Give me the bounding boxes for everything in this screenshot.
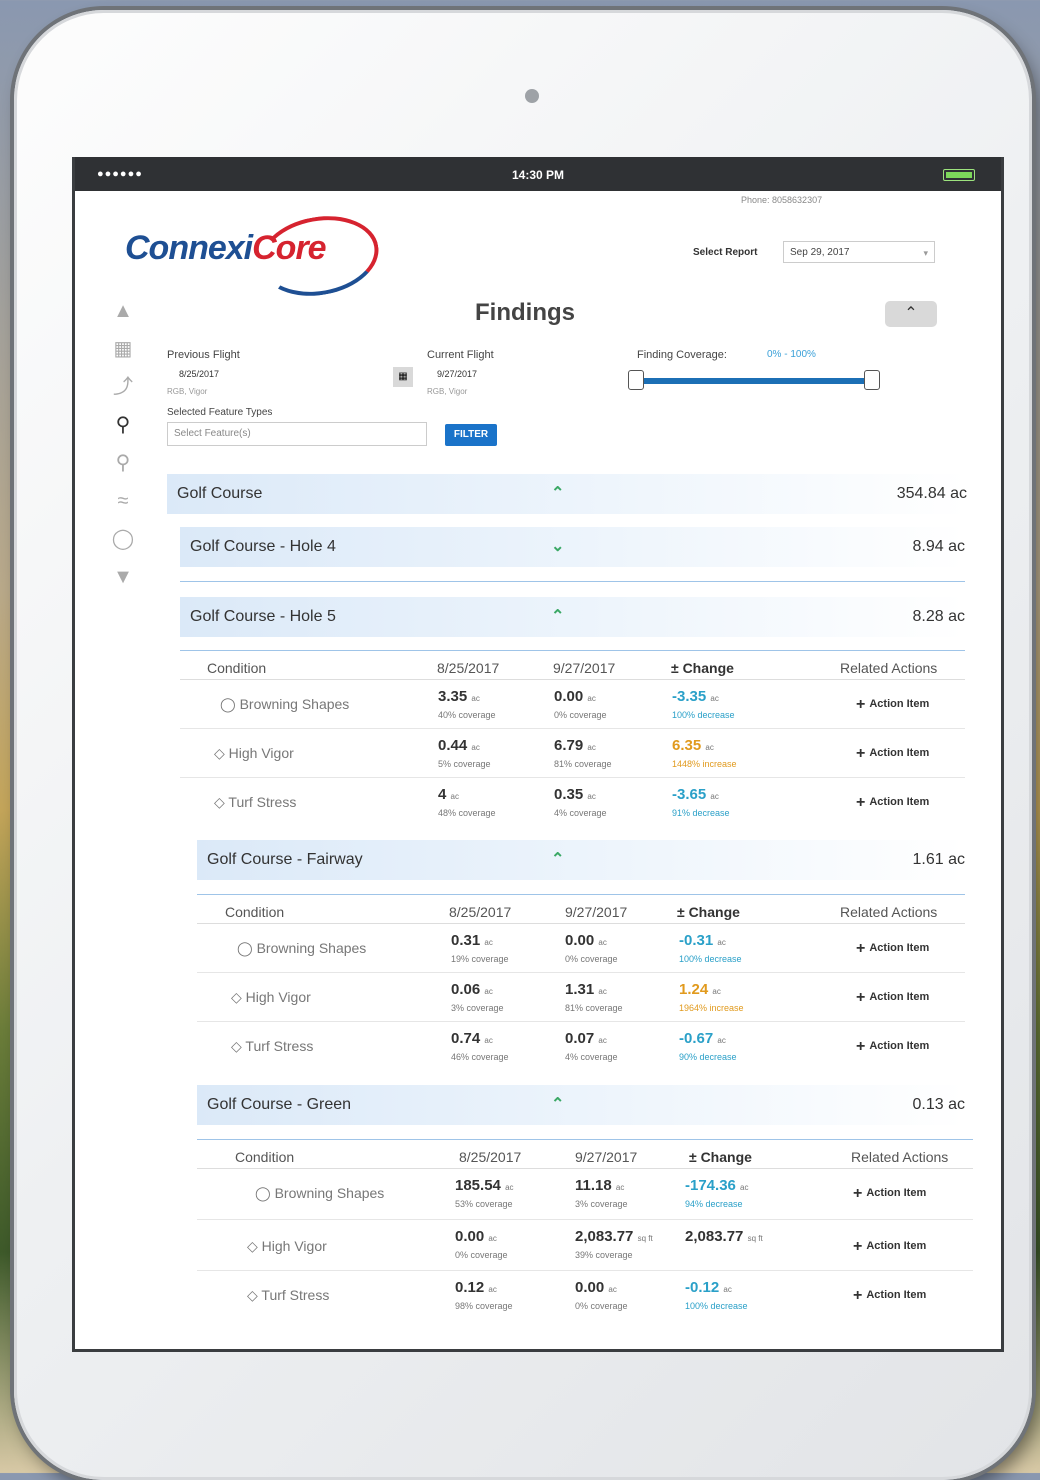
- group-hole-4[interactable]: Golf Course - Hole 4 ⌄ 8.94 ac: [180, 527, 965, 567]
- plus-icon: +: [856, 989, 866, 1006]
- chevron-up-icon[interactable]: ⌃: [551, 840, 564, 880]
- plus-icon: +: [856, 794, 866, 811]
- slider-min-handle[interactable]: [628, 370, 644, 390]
- feature-types-label: Selected Feature Types: [167, 407, 273, 418]
- group-name: Golf Course - Hole 5: [190, 608, 336, 625]
- coverage-slider[interactable]: [635, 378, 875, 384]
- filter-button[interactable]: FILTER: [445, 424, 497, 446]
- table-row: ◇ Turf Stress 0.74 ac 46% coverage 0.07 …: [231, 1030, 930, 1062]
- trend-icon[interactable]: ≈: [103, 482, 143, 520]
- status-bar: ●●●●●● 14:30 PM: [75, 157, 1001, 191]
- group-area: 354.84 ac: [896, 485, 967, 502]
- coverage-label: Finding Coverage:: [637, 349, 727, 361]
- group-green[interactable]: Golf Course - Green ⌃ 0.13 ac: [197, 1085, 965, 1125]
- group-hole-5[interactable]: Golf Course - Hole 5 ⌃ 8.28 ac: [180, 597, 965, 637]
- action-item-button[interactable]: + Action Item: [856, 989, 929, 1007]
- battery-icon: [943, 169, 975, 181]
- chevron-down-icon[interactable]: ⌄: [551, 527, 564, 567]
- collapse-button[interactable]: ⌃: [885, 301, 937, 327]
- sidebar: ▲ ▦ ⤴ ⚲ ⚲ ≈ ◯ ▼: [103, 292, 143, 596]
- group-name: Golf Course: [177, 485, 263, 502]
- chevron-up-icon[interactable]: ⌃: [551, 597, 564, 637]
- chevron-up-icon[interactable]: ⌃: [551, 474, 564, 514]
- group-area: 0.13 ac: [912, 1096, 965, 1113]
- table-row: ◇ High Vigor 0.06 ac 3% coverage 1.31 ac…: [197, 973, 965, 1022]
- tablet-frame: ●●●●●● 14:30 PM Phone: 8058632307 Connex…: [14, 10, 1032, 1480]
- camera: [525, 89, 539, 103]
- slider-max-handle[interactable]: [864, 370, 880, 390]
- feature-select-input[interactable]: Select Feature(s): [167, 422, 427, 446]
- chevron-up-icon[interactable]: ⌃: [551, 1085, 564, 1125]
- plus-icon: +: [853, 1185, 863, 1202]
- screen: ●●●●●● 14:30 PM Phone: 8058632307 Connex…: [72, 157, 1004, 1352]
- plus-icon: +: [856, 696, 866, 713]
- table-row: ◯ Browning Shapes 0.31 ac 19% coverage 0…: [197, 924, 965, 973]
- table-row: ◯ Browning Shapes 3.35 ac 40% coverage 0…: [180, 680, 965, 729]
- current-flight-label: Current Flight: [427, 349, 494, 361]
- group-golf-course[interactable]: Golf Course ⌃ 354.84 ac: [167, 474, 967, 514]
- group-area: 1.61 ac: [912, 851, 965, 868]
- previous-flight-label: Previous Flight: [167, 349, 240, 361]
- select-report-dropdown[interactable]: Sep 29, 2017: [783, 241, 935, 264]
- current-flight-sub: RGB, Vigor: [427, 387, 468, 396]
- scroll-down-icon[interactable]: ▼: [103, 558, 143, 596]
- condition-browning: ◯ Browning Shapes: [220, 696, 350, 712]
- table-row: ◇ Turf Stress 0.12 ac 98% coverage 0.00 …: [247, 1279, 927, 1311]
- action-item-button[interactable]: + Action Item: [856, 794, 929, 812]
- calendar-icon[interactable]: ▦: [393, 367, 413, 387]
- plus-icon: +: [856, 745, 866, 762]
- current-flight-date[interactable]: 9/27/2017: [437, 369, 477, 379]
- plus-icon: +: [856, 940, 866, 957]
- table-row: ◇ High Vigor 0.44 ac 5% coverage 6.79 ac…: [180, 729, 965, 778]
- group-fairway[interactable]: Golf Course - Fairway ⌃ 1.61 ac: [197, 840, 965, 880]
- group-area: 8.94 ac: [912, 538, 965, 555]
- plus-icon: +: [853, 1287, 863, 1304]
- zoom-icon[interactable]: ⚲: [103, 444, 143, 482]
- previous-flight-sub: RGB, Vigor: [167, 387, 208, 396]
- table-row: ◯ Browning Shapes 185.54 ac 53% coverage…: [197, 1169, 973, 1220]
- route-icon[interactable]: ⤴: [103, 368, 143, 406]
- plus-icon: +: [853, 1238, 863, 1255]
- action-item-button[interactable]: + Action Item: [853, 1287, 926, 1305]
- group-name: Golf Course - Fairway: [207, 851, 363, 868]
- logo: ConnexiCore: [125, 207, 385, 305]
- group-name: Golf Course - Hole 4: [190, 538, 336, 555]
- group-name: Golf Course - Green: [207, 1096, 352, 1113]
- report-icon[interactable]: ▦: [103, 330, 143, 368]
- status-time: 14:30 PM: [511, 168, 565, 182]
- group-area: 8.28 ac: [912, 608, 965, 625]
- coverage-range: 0% - 100%: [767, 349, 816, 360]
- select-report-label: Select Report: [693, 247, 758, 258]
- action-item-button[interactable]: + Action Item: [856, 745, 929, 763]
- action-item-button[interactable]: + Action Item: [853, 1238, 926, 1256]
- page-title: Findings: [475, 299, 575, 326]
- action-item-button[interactable]: + Action Item: [853, 1185, 926, 1203]
- action-item-button[interactable]: + Action Item: [856, 696, 929, 714]
- search-icon[interactable]: ⚲: [103, 406, 143, 444]
- action-item-button[interactable]: + Action Item: [856, 1038, 929, 1056]
- location-pin-icon[interactable]: ◯: [103, 520, 143, 558]
- table-row: ◇ Turf Stress 4 ac 48% coverage 0.35 ac …: [214, 786, 930, 818]
- phone-number: Phone: 8058632307: [741, 195, 823, 205]
- table-row: ◇ High Vigor 0.00 ac 0% coverage 2,083.7…: [197, 1220, 973, 1271]
- action-item-button[interactable]: + Action Item: [856, 940, 929, 958]
- previous-flight-date[interactable]: 8/25/2017: [179, 369, 219, 379]
- plus-icon: +: [856, 1038, 866, 1055]
